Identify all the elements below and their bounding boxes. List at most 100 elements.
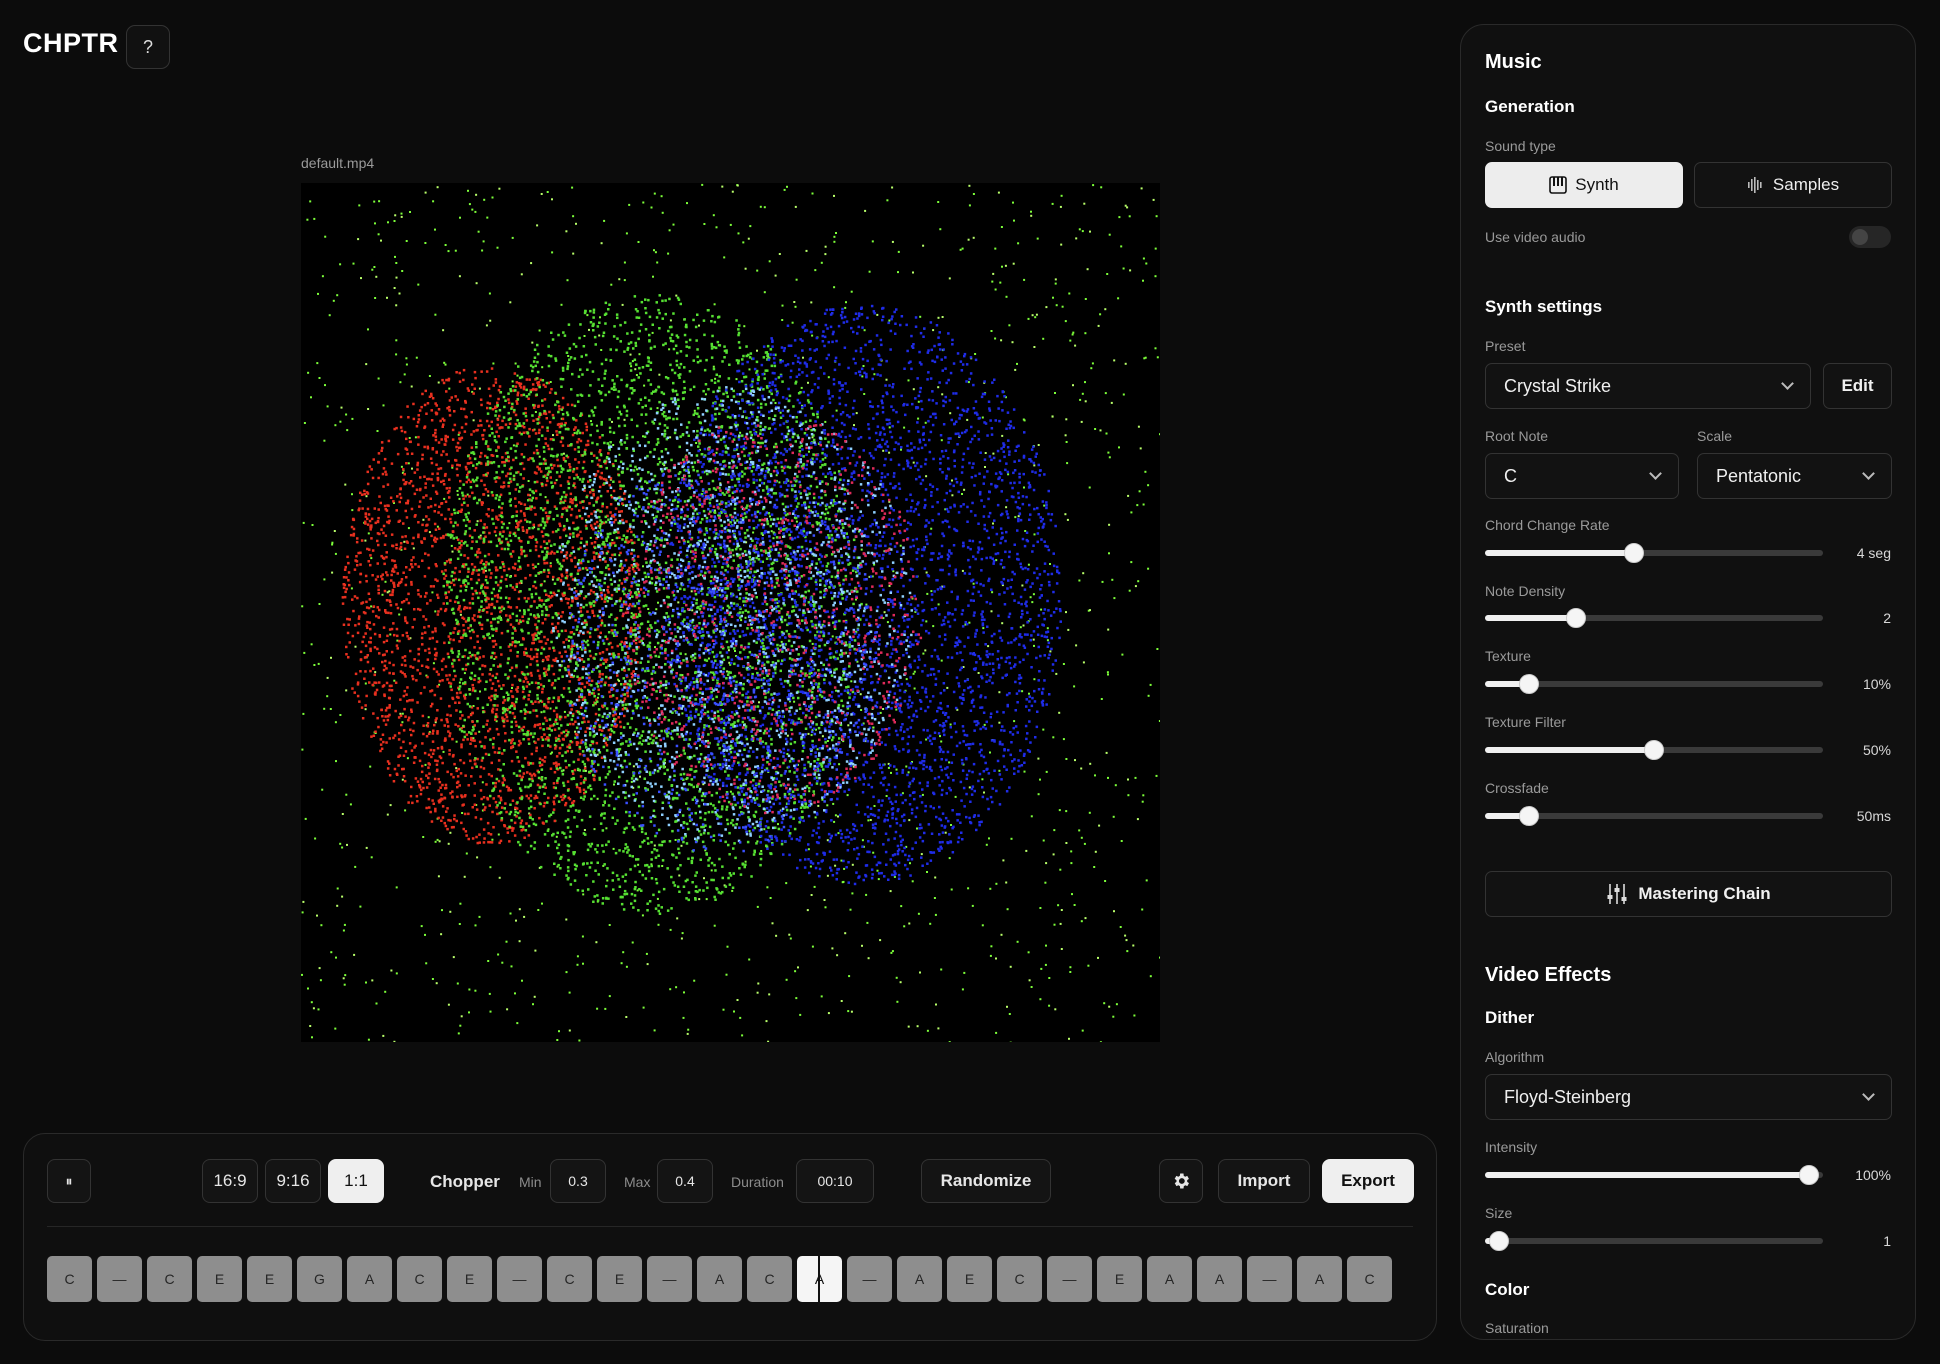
samples-label: Samples — [1772, 175, 1840, 194]
note-density-slider[interactable] — [1485, 608, 1823, 628]
aspect-label: 9:16 — [276, 1171, 310, 1190]
music-title: Music — [1485, 51, 1542, 73]
aspect-9-16-button[interactable]: 9:16 — [265, 1159, 321, 1203]
chord-change-rate-label: Chord Change Rate — [1485, 517, 1610, 533]
slider-fill — [1485, 615, 1577, 621]
crossfade-value: 50ms — [1856, 808, 1891, 824]
synth-button[interactable]: Synth — [1485, 162, 1683, 208]
crossfade-slider[interactable] — [1485, 806, 1823, 826]
note-cell[interactable]: E — [197, 1256, 242, 1302]
note-cell[interactable]: — — [647, 1256, 692, 1302]
note-cell[interactable]: C — [547, 1256, 592, 1302]
waveform-icon — [1747, 177, 1762, 193]
video-effects-title: Video Effects — [1485, 964, 1612, 986]
min-label: Min — [519, 1174, 542, 1190]
note-cell[interactable]: E — [1097, 1256, 1142, 1302]
chord-change-rate-slider[interactable] — [1485, 543, 1823, 563]
slider-thumb[interactable] — [1518, 806, 1539, 826]
play-pause-button[interactable]: ⏸ — [47, 1159, 91, 1203]
video-preview[interactable] — [301, 183, 1160, 1042]
note-cell[interactable]: A — [1147, 1256, 1192, 1302]
chopper-label: Chopper — [430, 1172, 500, 1191]
slider-thumb[interactable] — [1799, 1165, 1820, 1185]
note-density-value: 2 — [1883, 610, 1891, 626]
note-cell[interactable]: A — [1297, 1256, 1342, 1302]
note-cell[interactable]: A — [797, 1252, 842, 1306]
chevron-down-icon — [1649, 467, 1662, 480]
aspect-1-1-button[interactable]: 1:1 — [328, 1159, 384, 1203]
note-cell[interactable]: A — [897, 1256, 942, 1302]
mixer-icon — [1607, 884, 1627, 904]
note-cell[interactable]: E — [597, 1256, 642, 1302]
texture-slider[interactable] — [1485, 674, 1823, 694]
note-cell[interactable]: C — [397, 1256, 442, 1302]
note-cell[interactable]: C — [1347, 1256, 1392, 1302]
slider-fill — [1485, 550, 1634, 556]
size-value: 1 — [1883, 1233, 1891, 1249]
algorithm-select[interactable]: Floyd-Steinberg — [1485, 1074, 1892, 1120]
texture-label: Texture — [1485, 648, 1531, 664]
dither-title: Dither — [1485, 1008, 1535, 1027]
note-cell[interactable]: E — [947, 1256, 992, 1302]
note-cell[interactable]: A — [1197, 1256, 1242, 1302]
note-cell[interactable]: C — [997, 1256, 1042, 1302]
note-cell[interactable]: E — [447, 1256, 492, 1302]
randomize-button[interactable]: Randomize — [921, 1159, 1051, 1203]
intensity-value: 100% — [1855, 1167, 1891, 1183]
saturation-label: Saturation — [1485, 1320, 1549, 1336]
root-note-select[interactable]: C — [1485, 453, 1679, 499]
intensity-slider[interactable] — [1485, 1165, 1823, 1185]
note-cell[interactable]: E — [247, 1256, 292, 1302]
aspect-label: 16:9 — [213, 1171, 247, 1190]
note-cell[interactable]: A — [697, 1256, 742, 1302]
duration-input[interactable]: 00:10 — [796, 1159, 874, 1203]
min-input[interactable]: 0.3 — [550, 1159, 606, 1203]
export-button[interactable]: Export — [1322, 1159, 1414, 1203]
settings-button[interactable] — [1159, 1159, 1203, 1203]
duration-label: Duration — [731, 1174, 784, 1190]
note-cell[interactable]: C — [147, 1256, 192, 1302]
crossfade-label: Crossfade — [1485, 780, 1549, 796]
texture-value: 10% — [1862, 676, 1891, 692]
gear-icon — [1174, 1173, 1189, 1189]
scale-select[interactable]: Pentatonic — [1697, 453, 1892, 499]
note-cell[interactable]: — — [1247, 1256, 1292, 1302]
samples-button[interactable]: Samples — [1694, 162, 1892, 208]
mastering-chain-label: Mastering Chain — [1638, 884, 1771, 903]
texture-filter-slider[interactable] — [1485, 740, 1823, 760]
slider-thumb[interactable] — [1644, 740, 1664, 760]
note-cell[interactable]: A — [347, 1256, 392, 1302]
texture-filter-label: Texture Filter — [1485, 714, 1566, 730]
slider-thumb[interactable] — [1488, 1231, 1509, 1251]
preset-select[interactable]: Crystal Strike — [1485, 363, 1811, 409]
root-note-value: C — [1504, 465, 1517, 486]
note-cell[interactable]: — — [1047, 1256, 1092, 1302]
note-cell[interactable]: G — [297, 1256, 342, 1302]
preset-label: Preset — [1485, 338, 1526, 354]
mastering-chain-button[interactable]: Mastering Chain — [1485, 871, 1892, 917]
texture-filter-value: 50% — [1862, 742, 1891, 758]
use-video-audio-toggle[interactable] — [1849, 226, 1891, 248]
settings-panel: Music Generation Sound type Synth Sample… — [1460, 24, 1916, 1340]
slider-thumb[interactable] — [1623, 543, 1644, 563]
use-video-audio-label: Use video audio — [1485, 229, 1586, 245]
note-cell[interactable]: — — [847, 1256, 892, 1302]
import-button[interactable]: Import — [1218, 1159, 1310, 1203]
note-sequence: C — C E E G A C E — C E — A C A — A E C — E A A — A C — [47, 1252, 1392, 1306]
size-slider[interactable] — [1485, 1231, 1823, 1251]
sound-type-label: Sound type — [1485, 138, 1556, 154]
edit-preset-button[interactable]: Edit — [1823, 363, 1892, 409]
slider-thumb[interactable] — [1518, 674, 1539, 694]
note-cell[interactable]: — — [497, 1256, 542, 1302]
color-title: Color — [1485, 1280, 1530, 1299]
note-cell[interactable]: C — [47, 1256, 92, 1302]
slider-thumb[interactable] — [1566, 608, 1587, 628]
help-button[interactable]: ? — [126, 25, 170, 69]
intensity-label: Intensity — [1485, 1139, 1538, 1155]
note-cell[interactable]: — — [97, 1256, 142, 1302]
video-file-name: default.mp4 — [301, 155, 375, 171]
aspect-16-9-button[interactable]: 16:9 — [202, 1159, 258, 1203]
max-input[interactable]: 0.4 — [657, 1159, 713, 1203]
size-label: Size — [1485, 1205, 1513, 1221]
note-cell[interactable]: C — [747, 1256, 792, 1302]
